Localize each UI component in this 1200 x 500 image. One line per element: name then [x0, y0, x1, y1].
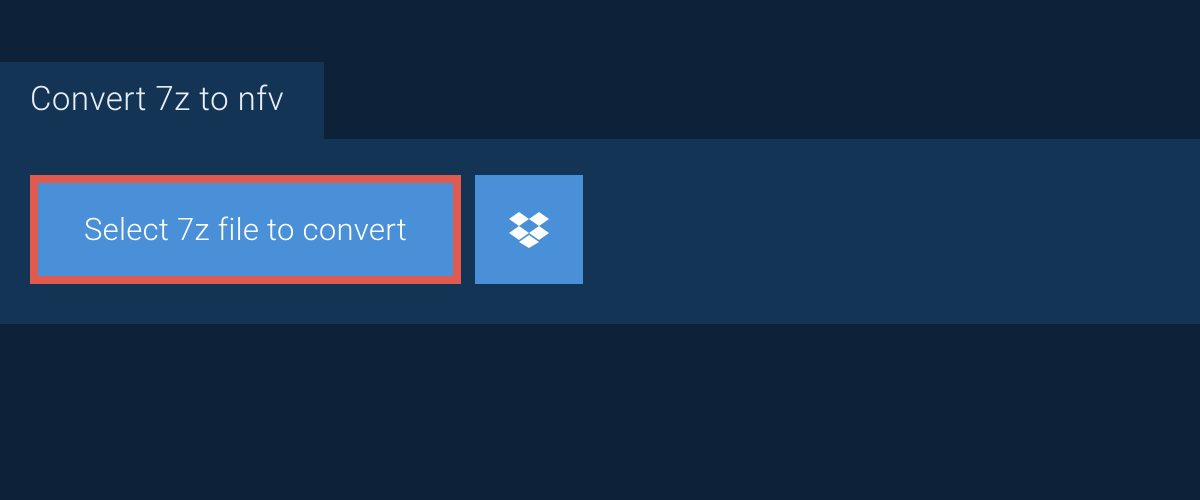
tab-bar: Convert 7z to nfv	[0, 0, 1200, 139]
convert-panel: Select 7z file to convert	[0, 139, 1200, 324]
select-file-label: Select 7z file to convert	[84, 211, 407, 248]
select-file-button[interactable]: Select 7z file to convert	[30, 175, 461, 284]
tab-convert[interactable]: Convert 7z to nfv	[0, 62, 324, 139]
dropbox-button[interactable]	[475, 175, 583, 284]
tab-label: Convert 7z to nfv	[30, 80, 284, 119]
dropbox-icon	[509, 212, 549, 248]
